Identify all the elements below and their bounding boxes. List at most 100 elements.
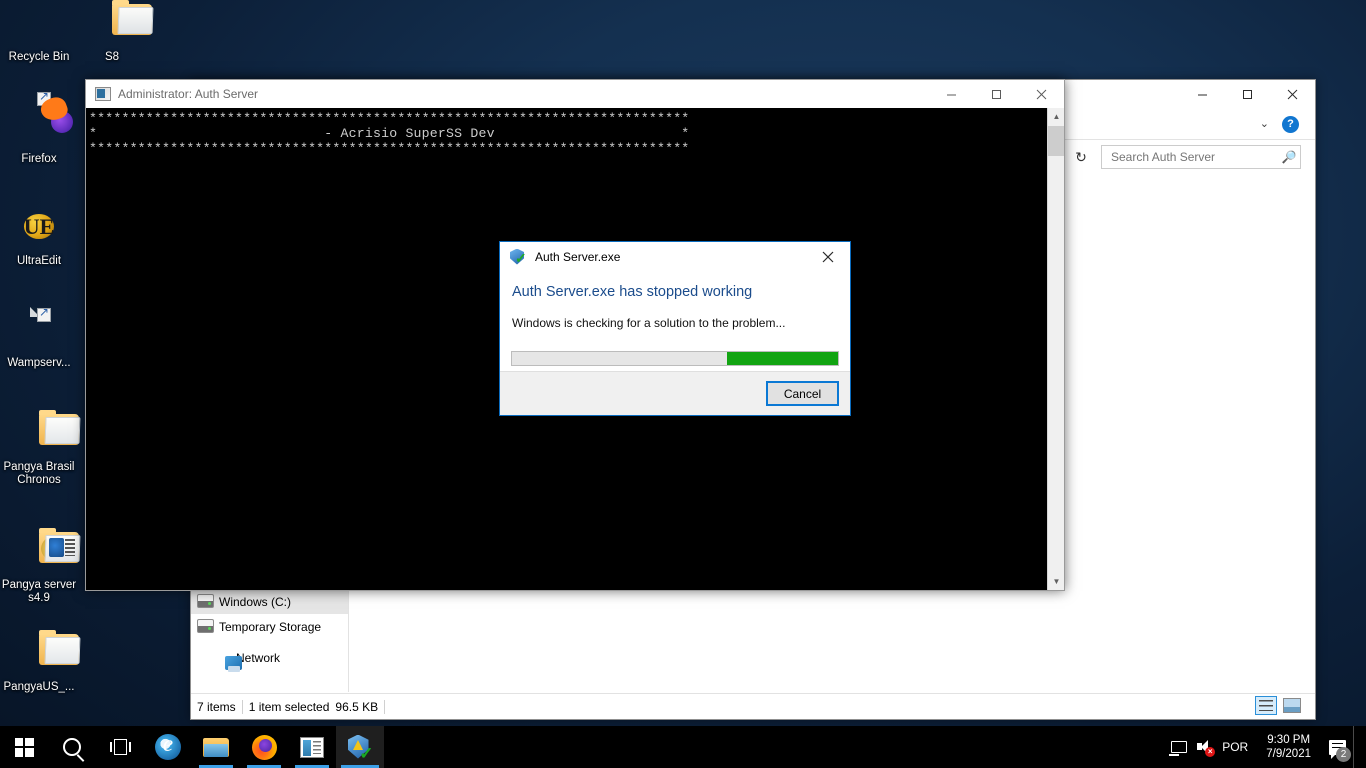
internet-explorer-icon <box>155 731 181 760</box>
explorer-close-button[interactable] <box>1270 80 1315 108</box>
large-icons-view-icon <box>1283 698 1301 713</box>
desktop-icon-firefox[interactable]: Firefox <box>0 90 78 166</box>
status-bar: 7 items 1 item selected 96.5 KB <box>191 693 1315 719</box>
console-titlebar[interactable]: Administrator: Auth Server <box>86 80 1064 108</box>
progress-bar-fill <box>727 352 838 365</box>
ultraedit-icon: UE <box>0 206 78 252</box>
taskbar: ✓ × POR 9:30 PM 7/9/2021 2 <box>0 726 1366 768</box>
taskbar-app-file-explorer[interactable] <box>192 726 240 768</box>
system-tray: × POR 9:30 PM 7/9/2021 2 <box>1166 726 1366 768</box>
show-desktop-button[interactable] <box>1353 726 1360 768</box>
desktop-icon-label: PangyaUS_... <box>3 681 75 693</box>
clock-date: 7/9/2021 <box>1266 748 1311 760</box>
status-item-count: 7 items <box>197 699 236 714</box>
explorer-maximize-button[interactable] <box>1225 80 1270 108</box>
status-size: 96.5 KB <box>335 699 379 714</box>
search-icon: 🔎 <box>1281 150 1297 164</box>
display-icon[interactable] <box>1166 726 1192 768</box>
desktop-icon-label: UltraEdit <box>16 255 62 267</box>
desktop-icon-ultraedit[interactable]: UE UltraEdit <box>0 206 78 268</box>
console-close-button[interactable] <box>1019 80 1064 108</box>
volume-muted-icon[interactable]: × <box>1192 726 1218 768</box>
task-view-icon <box>109 739 131 755</box>
taskbar-app-internet-explorer[interactable] <box>144 726 192 768</box>
dialog-footer: Cancel <box>500 371 850 415</box>
search-button[interactable] <box>48 726 96 768</box>
ultraedit-icon <box>300 736 324 758</box>
chevron-down-icon[interactable]: ⌄ <box>1260 117 1269 130</box>
console-output-text: ****************************************… <box>89 111 690 156</box>
search-input[interactable]: Search Auth Server 🔎 <box>1101 145 1301 169</box>
language-indicator[interactable]: POR <box>1218 740 1256 754</box>
taskbar-app-firefox[interactable] <box>240 726 288 768</box>
taskbar-app-auth-server[interactable]: ✓ <box>336 726 384 768</box>
console-window-controls <box>929 80 1064 108</box>
desktop-icon-label: Firefox <box>21 153 57 165</box>
clock[interactable]: 9:30 PM 7/9/2021 <box>1256 733 1321 761</box>
auth-server-icon: ✓ <box>347 734 374 762</box>
firefox-icon <box>251 734 277 760</box>
windows-logo-icon <box>14 737 34 757</box>
search-placeholder: Search Auth Server <box>1111 150 1216 164</box>
folder-icon <box>0 630 81 678</box>
ultraedit-glyph: UE <box>23 214 55 239</box>
notification-count-badge: 2 <box>1336 747 1351 762</box>
details-view-icon <box>1259 700 1273 711</box>
folder-icon <box>73 0 154 48</box>
help-icon[interactable]: ? <box>1282 116 1299 133</box>
desktop-icon-label: Recycle Bin <box>8 51 70 63</box>
desktop-icon-pangya-server-s49[interactable]: Pangya server s4.9 <box>0 528 81 605</box>
console-title: Administrator: Auth Server <box>118 87 259 101</box>
nav-item-label: Windows (C:) <box>219 594 292 609</box>
status-divider <box>384 699 386 714</box>
app-shield-icon: ✓ <box>510 248 527 266</box>
details-view-button[interactable] <box>1255 696 1277 715</box>
scroll-up-icon[interactable]: ▲ <box>1048 108 1064 125</box>
cancel-button[interactable]: Cancel <box>766 381 839 406</box>
clock-time: 9:30 PM <box>1267 734 1311 746</box>
firefox-icon <box>0 90 78 150</box>
dialog-titlebar[interactable]: ✓ Auth Server.exe <box>500 242 850 272</box>
desktop-icon-wampserver[interactable]: Wampserv... <box>0 306 78 370</box>
desktop-icon-label: Wampserv... <box>7 357 71 369</box>
nav-item-temporary-storage[interactable]: Temporary Storage <box>191 614 348 639</box>
desktop-icon-s8[interactable]: S8 <box>73 0 154 64</box>
dialog-heading: Auth Server.exe has stopped working <box>512 284 753 300</box>
nav-item-network[interactable]: Network <box>191 645 348 672</box>
error-dialog[interactable]: ✓ Auth Server.exe Auth Server.exe has st… <box>499 241 851 416</box>
desktop-icon-label: Pangya Brasil Chronos <box>3 461 75 486</box>
desktop-icon-pangya-brasil-chronos[interactable]: Pangya Brasil Chronos <box>0 410 81 487</box>
scroll-down-icon[interactable]: ▼ <box>1048 573 1064 590</box>
search-icon <box>63 738 81 756</box>
console-scrollbar[interactable]: ▲ ▼ <box>1047 108 1064 590</box>
drive-icon <box>197 594 214 608</box>
refresh-icon[interactable]: ↻ <box>1069 145 1093 169</box>
explorer-minimize-button[interactable] <box>1180 80 1225 108</box>
folder-icon <box>0 528 81 576</box>
console-icon <box>95 87 111 101</box>
dialog-message: Windows is checking for a solution to th… <box>512 316 786 330</box>
task-view-button[interactable] <box>96 726 144 768</box>
nav-item-windows-c[interactable]: Windows (C:) <box>191 589 348 614</box>
desktop-icon-label: S8 <box>104 51 120 63</box>
scrollbar-thumb[interactable] <box>1048 126 1064 156</box>
nav-item-label: Network <box>236 650 281 665</box>
taskbar-app-ultraedit[interactable] <box>288 726 336 768</box>
console-minimize-button[interactable] <box>929 80 974 108</box>
folder-icon <box>0 410 81 458</box>
file-explorer-icon <box>203 737 229 758</box>
drive-icon <box>197 619 214 633</box>
console-maximize-button[interactable] <box>974 80 1019 108</box>
desktop-icon-label: Pangya server s4.9 <box>1 579 77 604</box>
desktop-icon-pangyaus[interactable]: PangyaUS_... <box>0 630 81 694</box>
recycle-bin-icon <box>0 2 78 48</box>
dialog-title: Auth Server.exe <box>535 250 621 264</box>
dialog-close-button[interactable] <box>805 242 850 272</box>
nav-item-label: Temporary Storage <box>219 619 322 634</box>
large-icons-view-button[interactable] <box>1281 696 1303 715</box>
explorer-window-controls <box>1180 80 1315 108</box>
network-icon <box>225 655 242 672</box>
notifications-button[interactable]: 2 <box>1321 726 1353 768</box>
desktop-icon-recycle-bin[interactable]: Recycle Bin <box>0 2 78 64</box>
start-button[interactable] <box>0 726 48 768</box>
